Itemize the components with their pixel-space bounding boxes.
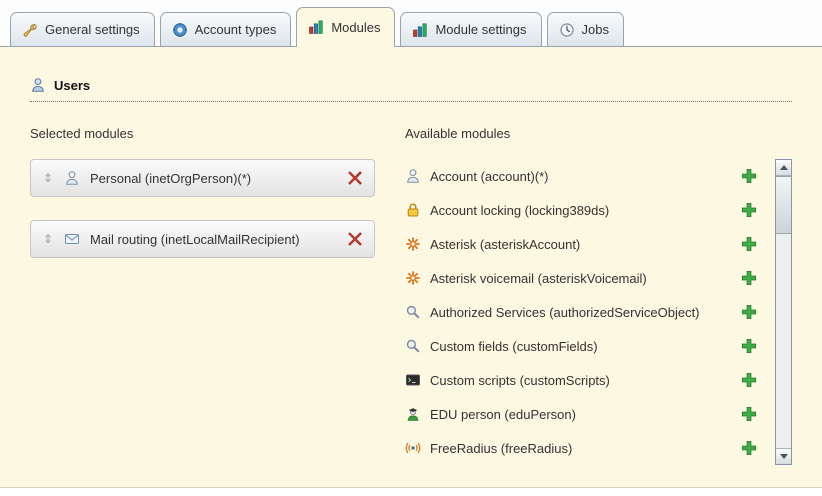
module-label: Mail routing (inetLocalMailRecipient)	[90, 232, 337, 247]
tab-bar: General settings Account types Modules Modu…	[0, 0, 822, 47]
selected-module-row[interactable]: ⇕ Mail routing (inetLocalMailRecipient)	[30, 220, 375, 258]
magnifier-icon	[405, 338, 421, 354]
add-module-button[interactable]	[741, 304, 757, 320]
add-module-button[interactable]	[741, 372, 757, 388]
available-modules-heading: Available modules	[405, 126, 792, 141]
available-module-row: Asterisk voicemail (asteriskVoicemail)	[405, 261, 767, 295]
asterisk-icon	[405, 270, 421, 286]
person-icon	[405, 168, 421, 184]
available-modules-wrap: Account (account)(*) Account locking (loc…	[405, 159, 792, 465]
remove-module-button[interactable]	[347, 231, 363, 247]
edu-person-icon	[405, 406, 421, 422]
available-module-row: EDU person (eduPerson)	[405, 397, 767, 431]
account-types-icon	[172, 22, 188, 38]
tab-label: Jobs	[582, 22, 609, 37]
selected-module-row[interactable]: ⇕ Personal (inetOrgPerson)(*)	[30, 159, 375, 197]
tab-general-settings[interactable]: General settings	[10, 12, 155, 46]
script-icon	[405, 372, 421, 388]
add-icon	[741, 168, 757, 184]
module-label: FreeRadius (freeRadius)	[430, 441, 732, 456]
selected-modules-heading: Selected modules	[30, 126, 375, 141]
scroll-down-button[interactable]	[776, 448, 791, 464]
add-icon	[741, 202, 757, 218]
available-module-row: Custom fields (customFields)	[405, 329, 767, 363]
radio-waves-icon	[405, 440, 421, 456]
module-label: EDU person (eduPerson)	[430, 407, 732, 422]
add-module-button[interactable]	[741, 406, 757, 422]
available-module-row: Asterisk (asteriskAccount)	[405, 227, 767, 261]
tab-module-settings[interactable]: Module settings	[400, 12, 541, 46]
delete-icon	[347, 170, 363, 186]
scrollbar-thumb[interactable]	[776, 176, 791, 234]
remove-module-button[interactable]	[347, 170, 363, 186]
tab-label: Modules	[331, 20, 380, 35]
bar-chart-icon	[412, 22, 428, 38]
tab-label: General settings	[45, 22, 140, 37]
person-icon	[64, 170, 80, 186]
available-modules-list: Account (account)(*) Account locking (loc…	[405, 159, 767, 465]
tab-label: Account types	[195, 22, 277, 37]
module-label: Custom fields (customFields)	[430, 339, 732, 354]
module-label: Asterisk (asteriskAccount)	[430, 237, 732, 252]
available-module-row: Custom scripts (customScripts)	[405, 363, 767, 397]
wrench-icon	[22, 22, 38, 38]
module-label: Asterisk voicemail (asteriskVoicemail)	[430, 271, 732, 286]
available-module-row: Authorized Services (authorizedServiceOb…	[405, 295, 767, 329]
available-module-row: Account locking (locking389ds)	[405, 193, 767, 227]
available-module-row: FreeRadius (freeRadius)	[405, 431, 767, 465]
add-icon	[741, 236, 757, 252]
add-module-button[interactable]	[741, 168, 757, 184]
available-modules-column: Available modules Account (account)(*)Ac…	[405, 126, 792, 465]
tab-label: Module settings	[435, 22, 526, 37]
module-label: Personal (inetOrgPerson)(*)	[90, 171, 337, 186]
selected-modules-column: Selected modules ⇕ Personal (inetOrgPerso…	[30, 126, 375, 465]
available-module-row: Account (account)(*)	[405, 159, 767, 193]
tab-jobs[interactable]: Jobs	[547, 12, 624, 46]
modules-panel: Users Selected modules ⇕ Personal (inetOr…	[0, 47, 822, 488]
module-label: Custom scripts (customScripts)	[430, 373, 732, 388]
add-icon	[741, 338, 757, 354]
drag-handle-icon[interactable]: ⇕	[42, 171, 54, 185]
asterisk-icon	[405, 236, 421, 252]
add-module-button[interactable]	[741, 440, 757, 456]
bar-chart-icon	[308, 19, 324, 35]
users-icon	[30, 77, 46, 93]
tab-modules[interactable]: Modules	[296, 7, 395, 47]
tab-account-types[interactable]: Account types	[160, 12, 292, 46]
module-label: Account locking (locking389ds)	[430, 203, 732, 218]
triangle-down-icon	[780, 454, 788, 459]
available-modules-scrollbar[interactable]	[775, 159, 792, 465]
selected-modules-list: ⇕ Personal (inetOrgPerson)(*) ⇕ Mail routin…	[30, 159, 375, 258]
add-module-button[interactable]	[741, 338, 757, 354]
add-module-button[interactable]	[741, 202, 757, 218]
module-label: Authorized Services (authorizedServiceOb…	[430, 305, 732, 320]
lock-icon	[405, 202, 421, 218]
magnifier-icon	[405, 304, 421, 320]
add-module-button[interactable]	[741, 236, 757, 252]
add-icon	[741, 270, 757, 286]
drag-handle-icon[interactable]: ⇕	[42, 232, 54, 246]
scroll-up-button[interactable]	[776, 160, 791, 176]
add-icon	[741, 406, 757, 422]
add-icon	[741, 372, 757, 388]
triangle-up-icon	[780, 165, 788, 170]
add-icon	[741, 304, 757, 320]
add-module-button[interactable]	[741, 270, 757, 286]
module-label: Account (account)(*)	[430, 169, 732, 184]
delete-icon	[347, 231, 363, 247]
page-title: Users	[54, 78, 90, 93]
add-icon	[741, 440, 757, 456]
mail-icon	[64, 231, 80, 247]
account-type-header: Users	[30, 77, 792, 102]
module-columns: Selected modules ⇕ Personal (inetOrgPerso…	[30, 126, 792, 465]
clock-icon	[559, 22, 575, 38]
